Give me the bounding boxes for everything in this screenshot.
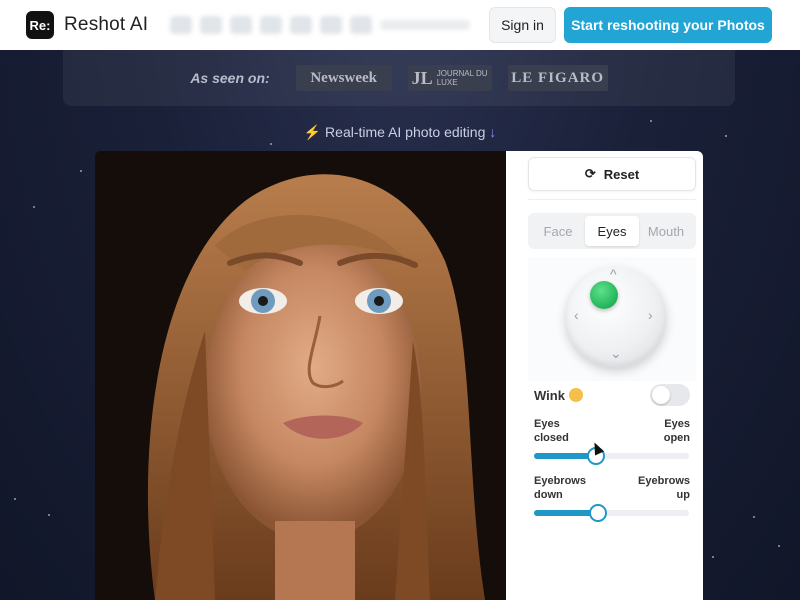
star bbox=[753, 516, 755, 518]
reset-button[interactable]: ⟳ Reset bbox=[528, 157, 696, 191]
logo-icon[interactable]: Re: bbox=[26, 11, 54, 39]
feature-tabs: Face Eyes Mouth bbox=[528, 213, 696, 249]
newsweek-logo: Newsweek bbox=[295, 65, 392, 91]
reset-icon: ⟳ bbox=[584, 166, 596, 181]
eyes-open-slider[interactable] bbox=[534, 447, 689, 465]
le-figaro-text: LE FIGARO bbox=[511, 69, 605, 86]
wink-emoji-icon bbox=[568, 387, 583, 402]
gaze-dial[interactable]: ^ ‹ › ⌄ bbox=[566, 266, 666, 367]
eyebrows-slider-labels: Eyebrows down Eyebrows up bbox=[534, 474, 690, 502]
star-icon bbox=[260, 16, 283, 34]
reset-label: Reset bbox=[603, 166, 640, 182]
top-navbar: Re: Reshot AI Sign in Start reshooting y… bbox=[0, 0, 800, 50]
star bbox=[650, 120, 652, 122]
rating-text-blurred bbox=[380, 20, 471, 30]
eyes-slider-labels: Eyes closed Eyes open bbox=[534, 417, 690, 445]
eyes-open-label: Eyes open bbox=[663, 418, 690, 444]
wink-label-text: Wink bbox=[534, 387, 565, 403]
logo-text: Re: bbox=[29, 17, 51, 33]
star bbox=[80, 170, 82, 172]
wink-label: Wink bbox=[534, 387, 583, 403]
le-figaro-logo: LE FIGARO bbox=[507, 65, 608, 91]
tab-eyes[interactable]: Eyes bbox=[585, 216, 639, 246]
tab-face[interactable]: Face bbox=[531, 216, 585, 246]
gaze-control-area: ^ ‹ › ⌄ bbox=[528, 257, 696, 381]
star-icon bbox=[200, 16, 223, 34]
star bbox=[48, 514, 50, 516]
star bbox=[778, 545, 780, 547]
star bbox=[270, 143, 272, 145]
wink-row: Wink bbox=[534, 383, 690, 407]
eyebrows-up-label: Eyebrows up bbox=[638, 475, 690, 501]
rating-stars-blurred bbox=[170, 16, 471, 34]
toggle-knob bbox=[652, 386, 670, 404]
chevron-down-icon: ⌄ bbox=[610, 345, 622, 361]
eyebrows-down-label: Eyebrows down bbox=[534, 475, 586, 501]
press-bar: As seen on: Newsweek JL JOURNAL DU LUXE … bbox=[63, 50, 735, 106]
wink-toggle[interactable] bbox=[650, 384, 690, 406]
tab-mouth[interactable]: Mouth bbox=[639, 216, 693, 246]
tagline: ⚡ Real-time AI photo editing ↓ bbox=[0, 124, 800, 141]
lightning-icon: ⚡ bbox=[303, 124, 322, 140]
eyebrows-slider[interactable] bbox=[534, 504, 689, 522]
jdl-monogram-icon: JL bbox=[411, 67, 433, 88]
chevron-up-icon: ^ bbox=[610, 266, 617, 282]
star bbox=[33, 206, 35, 208]
portrait-illustration bbox=[95, 151, 506, 600]
star-icon bbox=[230, 16, 253, 34]
start-reshooting-button[interactable]: Start reshooting your Photos bbox=[564, 7, 772, 43]
signin-button[interactable]: Sign in bbox=[489, 7, 556, 43]
press-label: As seen on: bbox=[190, 70, 270, 86]
newsweek-text: Newsweek bbox=[310, 69, 377, 86]
gaze-knob[interactable] bbox=[590, 281, 618, 309]
avatar-icon bbox=[350, 16, 373, 34]
brand-name[interactable]: Reshot AI bbox=[64, 14, 148, 36]
star bbox=[712, 556, 714, 558]
star-icon bbox=[290, 16, 313, 34]
star-icon bbox=[170, 16, 193, 34]
divider bbox=[528, 199, 696, 200]
avatar-icon bbox=[320, 16, 343, 34]
chevron-right-icon: › bbox=[648, 307, 653, 323]
chevron-left-icon: ‹ bbox=[574, 307, 579, 323]
editor-panel: ⟳ Reset Face Eyes Mouth ^ ‹ › ⌄ Wink Eye… bbox=[506, 151, 703, 600]
eyes-closed-label: Eyes closed bbox=[534, 418, 569, 444]
tagline-text: Real-time AI photo editing bbox=[325, 124, 486, 140]
jdl-text: JOURNAL DU LUXE bbox=[436, 69, 488, 87]
star bbox=[14, 498, 16, 500]
portrait-photo bbox=[95, 151, 506, 600]
arrow-down-icon: ↓ bbox=[489, 124, 497, 140]
journal-du-luxe-logo: JL JOURNAL DU LUXE bbox=[407, 65, 492, 91]
eyebrows-slider-thumb[interactable] bbox=[588, 504, 607, 522]
